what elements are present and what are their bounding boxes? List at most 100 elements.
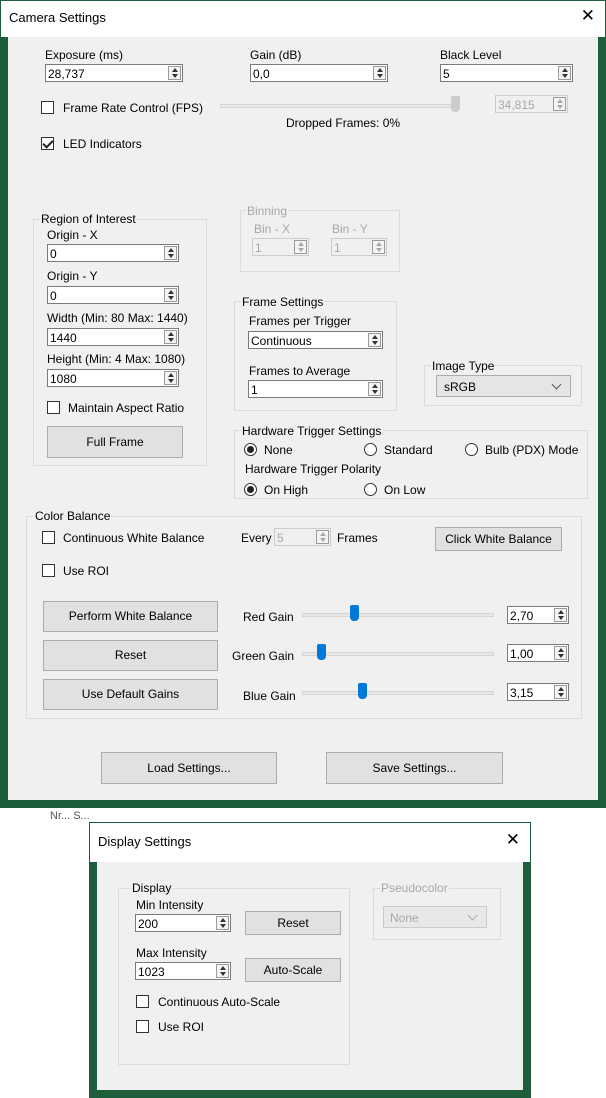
max-intensity-value: 1023: [138, 965, 165, 979]
frame-rate-value: 34,815: [498, 98, 535, 112]
save-settings-label: Save Settings...: [372, 761, 457, 775]
origin-y-stepper[interactable]: 0: [47, 286, 179, 304]
blue-gain-stepper[interactable]: 3,15: [507, 683, 569, 701]
click-white-balance-button[interactable]: Click White Balance: [435, 527, 562, 551]
polarity-low-label: On Low: [384, 483, 426, 497]
spin-arrows-icon[interactable]: [216, 916, 229, 930]
blue-gain-slider-track[interactable]: [302, 691, 494, 695]
black-level-value: 5: [443, 67, 450, 81]
exposure-stepper[interactable]: 28,737: [45, 64, 183, 82]
origin-x-stepper[interactable]: 0: [47, 244, 179, 262]
roi-group-title: Region of Interest: [40, 212, 137, 226]
height-stepper[interactable]: 1080: [47, 369, 179, 387]
display-group-title: Display: [131, 881, 173, 895]
load-settings-button[interactable]: Load Settings...: [101, 752, 277, 784]
frame-rate-slider-track[interactable]: [220, 104, 460, 108]
polarity-high-radio[interactable]: [244, 483, 257, 496]
gain-value: 0,0: [253, 67, 270, 81]
every-frames-stepper[interactable]: 5: [274, 528, 331, 546]
camera-titlebar[interactable]: Camera Settings ✕: [0, 0, 606, 37]
display-reset-label: Reset: [277, 916, 309, 930]
display-window-title: Display Settings: [98, 834, 192, 849]
spin-arrows-icon[interactable]: [554, 608, 567, 622]
pseudocolor-value: None: [390, 911, 419, 925]
spin-arrows-icon[interactable]: [368, 333, 381, 347]
image-type-select[interactable]: sRGB: [436, 375, 571, 397]
continuous-wb-checkbox[interactable]: [42, 531, 55, 544]
display-client-area: Display Min Intensity 200 Reset Max Inte…: [97, 862, 523, 1090]
polarity-low-radio[interactable]: [364, 483, 377, 496]
green-gain-slider-thumb[interactable]: [317, 644, 326, 660]
frames-to-average-stepper[interactable]: 1: [248, 380, 383, 398]
bin-x-stepper[interactable]: 1: [252, 238, 309, 256]
spin-arrows-icon: [316, 530, 329, 544]
spin-arrows-icon[interactable]: [216, 964, 229, 978]
frame-rate-slider-thumb[interactable]: [451, 96, 460, 112]
spin-arrows-icon[interactable]: [164, 371, 177, 385]
red-gain-stepper[interactable]: 2,70: [507, 606, 569, 624]
green-gain-stepper[interactable]: 1,00: [507, 644, 569, 662]
pseudocolor-select[interactable]: None: [383, 906, 487, 928]
auto-scale-button[interactable]: Auto-Scale: [245, 958, 341, 982]
width-stepper[interactable]: 1440: [47, 328, 179, 346]
perform-white-balance-button[interactable]: Perform White Balance: [43, 601, 218, 632]
black-level-stepper[interactable]: 5: [440, 64, 573, 82]
trigger-standard-label: Standard: [384, 443, 433, 457]
cb-reset-button[interactable]: Reset: [43, 640, 218, 671]
spin-arrows-icon[interactable]: [368, 382, 381, 396]
spin-arrows-icon[interactable]: [164, 246, 177, 260]
origin-y-value: 0: [50, 289, 57, 303]
window-title: Camera Settings: [9, 10, 106, 25]
trigger-none-radio[interactable]: [244, 443, 257, 456]
exposure-value: 28,737: [48, 67, 85, 81]
maintain-aspect-checkbox[interactable]: [47, 401, 60, 414]
frames-per-trigger-stepper[interactable]: Continuous: [248, 331, 383, 349]
continuous-autoscale-checkbox[interactable]: [136, 995, 149, 1008]
spin-arrows-icon[interactable]: [168, 66, 181, 80]
min-intensity-stepper[interactable]: 200: [135, 914, 231, 932]
gain-label: Gain (dB): [250, 48, 302, 62]
max-intensity-stepper[interactable]: 1023: [135, 962, 231, 980]
spin-arrows-icon[interactable]: [554, 685, 567, 699]
every-frames-value: 5: [277, 531, 284, 545]
width-label: Width (Min: 80 Max: 1440): [47, 311, 188, 325]
continuous-wb-label: Continuous White Balance: [63, 531, 205, 545]
full-frame-button-label: Full Frame: [86, 435, 144, 449]
led-indicators-checkbox[interactable]: [41, 137, 54, 150]
green-gain-value: 1,00: [510, 647, 534, 661]
spin-arrows-icon[interactable]: [164, 330, 177, 344]
frame-rate-stepper[interactable]: 34,815: [495, 95, 568, 113]
display-use-roi-checkbox[interactable]: [136, 1020, 149, 1033]
spin-arrows-icon[interactable]: [164, 288, 177, 302]
close-icon[interactable]: ✕: [506, 830, 520, 850]
height-label: Height (Min: 4 Max: 1080): [47, 352, 186, 366]
trigger-bulb-label: Bulb (PDX) Mode: [485, 443, 579, 457]
blue-gain-slider-thumb[interactable]: [358, 683, 367, 699]
full-frame-button[interactable]: Full Frame: [47, 426, 183, 458]
save-settings-button[interactable]: Save Settings...: [326, 752, 503, 784]
trigger-standard-radio[interactable]: [364, 443, 377, 456]
display-reset-button[interactable]: Reset: [245, 911, 341, 935]
red-gain-slider-thumb[interactable]: [350, 605, 359, 621]
cb-use-roi-checkbox[interactable]: [42, 564, 55, 577]
red-gain-slider-track[interactable]: [302, 613, 494, 617]
close-icon[interactable]: ✕: [581, 6, 595, 26]
pseudocolor-label: Pseudocolor: [380, 881, 449, 895]
trigger-bulb-radio[interactable]: [465, 443, 478, 456]
display-titlebar[interactable]: Display Settings ✕: [89, 822, 531, 862]
use-default-gains-button[interactable]: Use Default Gains: [43, 679, 218, 710]
color-balance-title: Color Balance: [34, 509, 112, 523]
green-gain-slider-track[interactable]: [302, 652, 494, 656]
bin-y-stepper[interactable]: 1: [331, 238, 387, 256]
continuous-autoscale-label: Continuous Auto-Scale: [158, 995, 281, 1009]
frame-rate-checkbox[interactable]: [41, 101, 54, 114]
frames-to-average-value: 1: [251, 383, 258, 397]
trigger-none-label: None: [264, 443, 293, 457]
spin-arrows-icon[interactable]: [558, 66, 571, 80]
blue-gain-label: Blue Gain: [243, 689, 296, 703]
spin-arrows-icon[interactable]: [554, 646, 567, 660]
gain-stepper[interactable]: 0,0: [250, 64, 388, 82]
image-type-label: Image Type: [431, 359, 496, 373]
frame-rate-label: Frame Rate Control (FPS): [63, 101, 204, 115]
spin-arrows-icon[interactable]: [373, 66, 386, 80]
